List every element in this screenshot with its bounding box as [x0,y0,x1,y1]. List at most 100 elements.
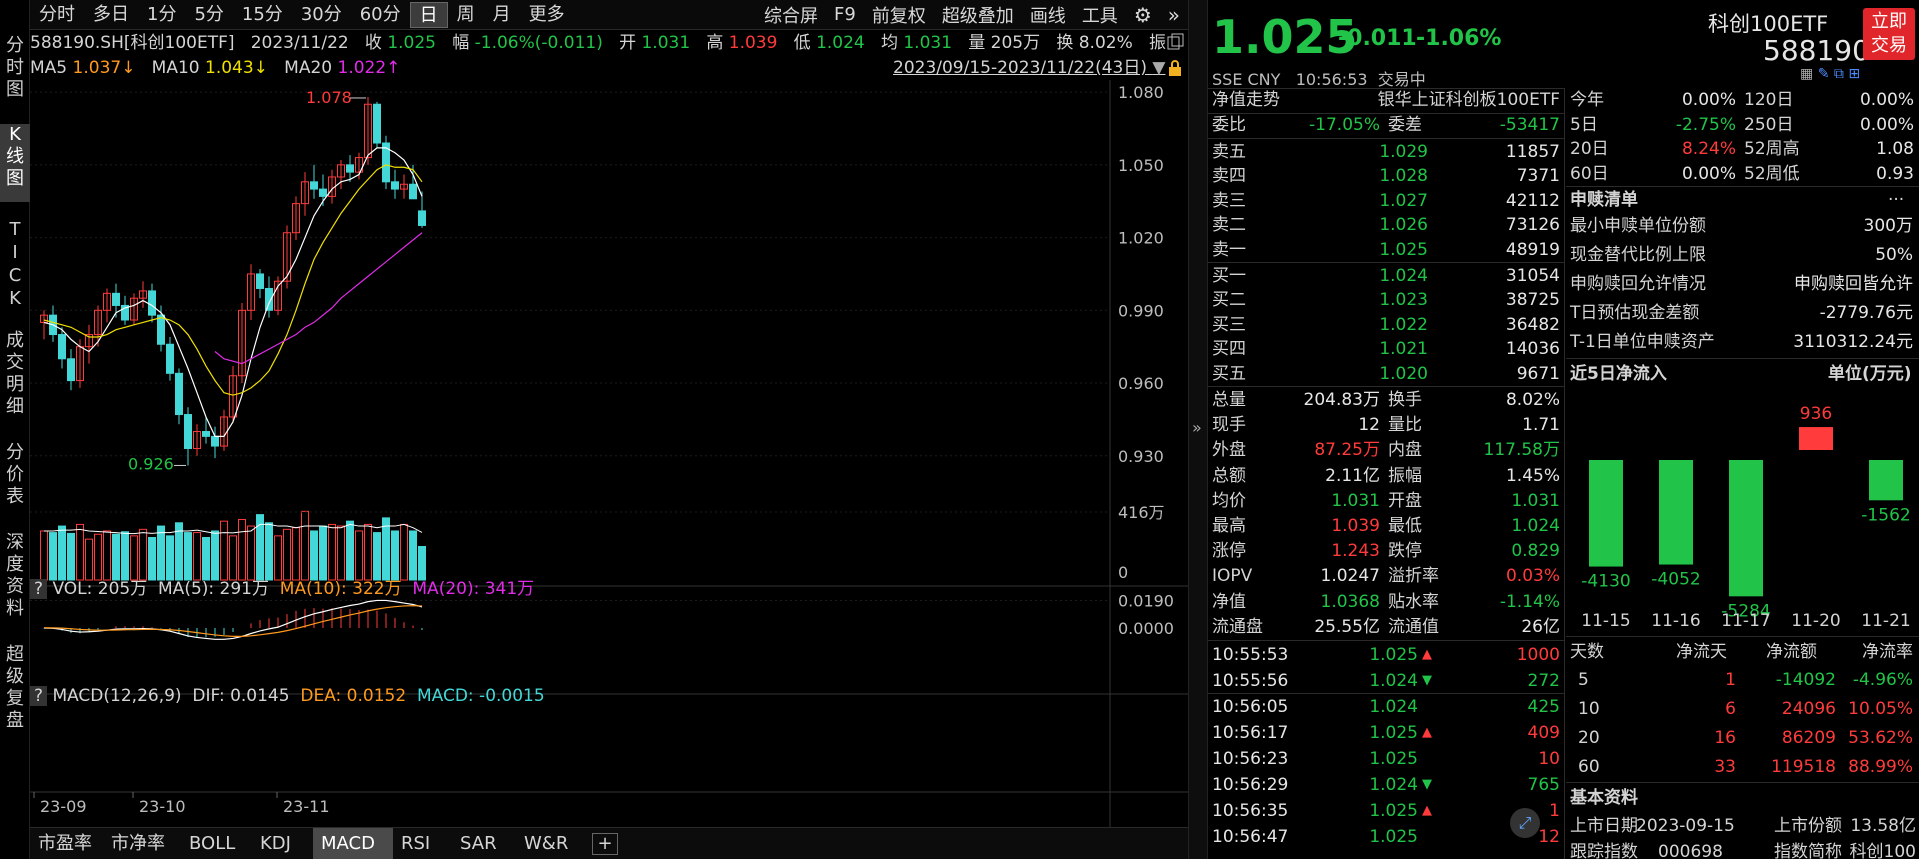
vol-help-icon[interactable]: ? [30,579,48,599]
tick-row: 10:56:23 1.025 10 [1208,746,1564,772]
pin-icon[interactable]: ▦ [1800,66,1813,82]
redeem-row: 最小申赎单位份额 300万 [1566,212,1919,241]
toolbar-button[interactable]: 综合屏 [756,2,826,28]
period-tab[interactable]: 多日 [84,2,138,28]
link-icon[interactable]: ⧉ [1834,66,1844,82]
left-toolbar: 分时图 K线图 TICK 成交明细 分价表 深度资料 超级复盘 [0,0,30,859]
stat-label: 量比 [1388,415,1422,436]
expand-arrows-icon[interactable]: ⤢ [1510,808,1540,838]
lock-icon[interactable] [1165,58,1185,78]
flow-table-row: 5 1 -14092 -4.96% [1566,666,1919,695]
candle-body [418,210,426,226]
ask-row[interactable]: 卖一 1.025 48919 [1208,238,1564,262]
bid-row[interactable]: 买四 1.021 14036 [1208,337,1564,361]
period-tab[interactable]: 月 [484,2,520,28]
perf-value: 0.00% [1859,90,1914,110]
level-label: 买二 [1212,290,1246,311]
ma20-value: 1.022↑ [337,58,401,78]
tick-time: 10:55:56 [1212,671,1289,691]
indicator-tab[interactable]: 市净率 [103,828,181,859]
order-ratio-value: -17.05% [1309,115,1380,135]
stat-value: 1.0368 [1320,591,1380,612]
tab-kline[interactable]: K线图 [0,124,30,202]
tab-timeshare[interactable]: 分时图 [0,35,30,100]
ask-row[interactable]: 卖三 1.027 42112 [1208,189,1564,213]
tab-depth-info[interactable]: 深度资料 [0,532,30,624]
toolbar-button[interactable]: 前复权 [864,2,934,28]
candle-body [157,314,165,345]
ask-row[interactable]: 卖五 1.029 11857 [1208,140,1564,164]
tab-tick[interactable]: TICK [0,218,30,310]
ask-row[interactable]: 卖二 1.026 73126 [1208,213,1564,237]
nav-trend-link[interactable]: 净值走势 [1212,88,1280,112]
macd-label: MACD(12,26,9) [52,686,182,706]
perf-value: 8.24% [1681,139,1736,159]
indicator-tab[interactable]: MACD [313,828,393,859]
netflow-day-label: 11-17 [1721,611,1770,631]
period-tab[interactable]: 分时 [30,2,84,28]
period-tab[interactable]: 周 [448,2,484,28]
perf-value: 0.00% [1859,114,1914,135]
macd-help-icon[interactable]: ? [30,686,48,706]
stat-label: 贴水率 [1388,591,1439,612]
period-tab[interactable]: 日 [409,1,448,28]
bid-row[interactable]: 买五 1.020 9671 [1208,362,1564,386]
expand-chevron-icon[interactable]: » [1192,418,1202,437]
netflow-bar [1659,460,1693,565]
indicator-tab[interactable]: 市盈率 [30,828,103,859]
tick-price: 1.024 [1369,671,1418,691]
edit-icon[interactable]: ✎ [1818,66,1830,82]
candle-body [112,292,120,306]
candle-body [319,188,327,197]
redeem-more-button[interactable]: ··· [1888,188,1904,212]
perf-row: 20日 8.24% 52周高 1.08 [1566,137,1919,162]
low-price-annotation: 0.926 [128,454,174,473]
panel-tool-icons: ▦ ✎ ⧉ ⊞ [1800,66,1915,84]
tab-super-review[interactable]: 超级复盘 [0,644,30,736]
period-tab[interactable]: 15分 [233,2,292,28]
bid-row[interactable]: 买一 1.024 31054 [1208,264,1564,288]
toolbar-button[interactable]: 超级叠加 [934,2,1022,28]
settings-gear-icon[interactable]: ⚙ [1126,3,1160,27]
netflow-bar [1589,460,1623,567]
period-tab[interactable]: 1分 [138,2,185,28]
bid-row[interactable]: 买二 1.023 38725 [1208,288,1564,312]
perf-label: 60日 [1570,163,1609,184]
tick-volume: 765 [1527,775,1560,795]
netflow-day-label: 11-20 [1791,611,1840,631]
kline-chart-area[interactable]: 1.080 1.050 1.020 0.990 0.960 0.930 1.078 0.92… [30,80,1188,827]
vol-axis-zero: 0 [1118,563,1128,582]
netflow-day-label: 11-21 [1861,611,1910,631]
period-tab[interactable]: 更多 [520,2,574,28]
trade-now-button[interactable]: 立即 交易 [1863,8,1915,60]
dropdown-triangle-icon: ▼ [1152,58,1166,78]
toolbar-button[interactable]: 工具 [1074,2,1126,28]
date-range-selector[interactable]: 2023/09/15-2023/11/22(43日) ▼ [893,56,1165,80]
indicator-tab[interactable]: KDJ [252,828,313,859]
period-tab[interactable]: 30分 [292,2,351,28]
add-icon[interactable]: ⊞ [1848,66,1860,82]
collapse-chevron-icon[interactable]: » [1160,3,1188,27]
add-indicator-icon[interactable]: + [592,833,618,855]
period-tab[interactable]: 60分 [351,2,410,28]
toolbar-button[interactable]: 画线 [1022,2,1074,28]
indicator-tab[interactable]: W&R [516,828,588,859]
indicator-tab[interactable]: SAR [452,828,516,859]
level-price: 1.024 [1379,266,1428,286]
copy-icon[interactable] [1165,32,1185,52]
basic-info-title: 基本资料 [1570,788,1638,808]
level-volume: 14036 [1505,339,1560,360]
perf-label: 20日 [1570,139,1609,159]
indicator-tab[interactable]: RSI [393,828,452,859]
tab-price-table[interactable]: 分价表 [0,442,30,512]
candle-body [373,103,381,144]
period-tab[interactable]: 5分 [185,2,232,28]
panel-splitter[interactable]: » [1188,0,1208,859]
level-price: 1.028 [1379,166,1428,187]
toolbar-button[interactable]: F9 [826,4,864,25]
indicator-tab[interactable]: BOLL [181,828,252,859]
bid-row[interactable]: 买三 1.022 36482 [1208,313,1564,337]
tab-trade-detail[interactable]: 成交明细 [0,330,30,422]
ask-row[interactable]: 卖四 1.028 7371 [1208,164,1564,188]
stat-value: 2.11亿 [1325,465,1380,486]
